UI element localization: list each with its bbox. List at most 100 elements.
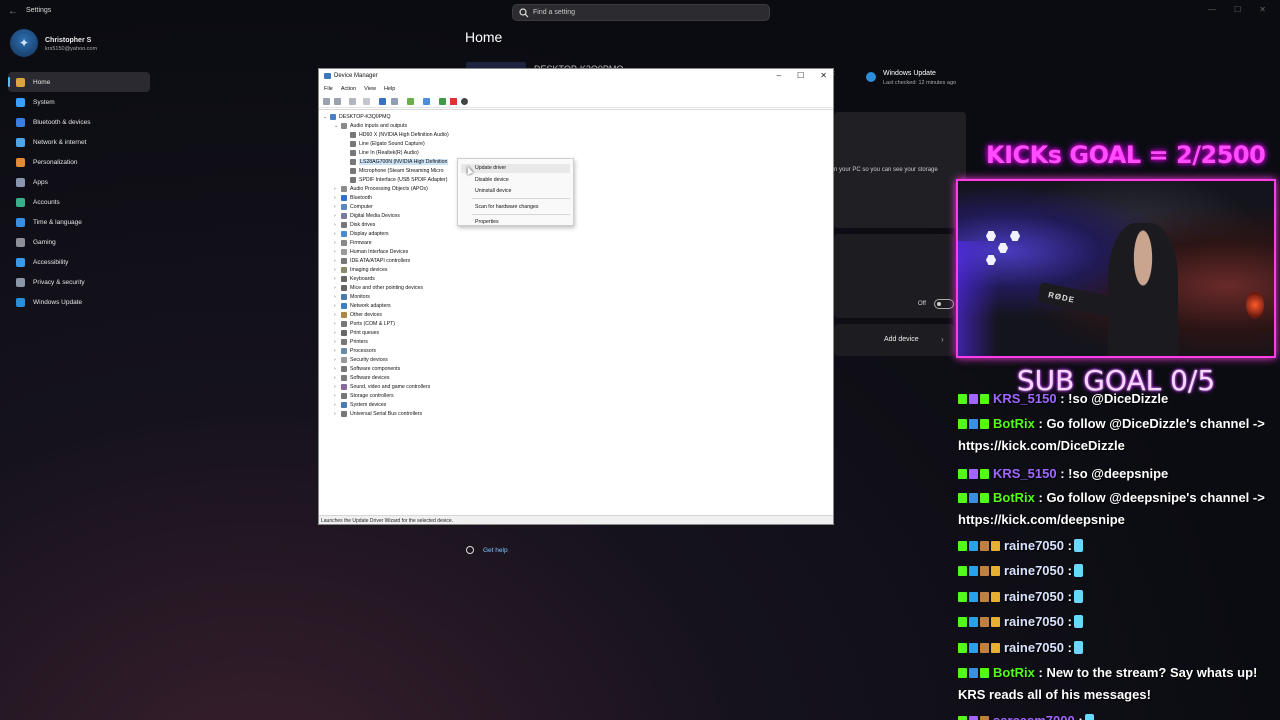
expand-chevron-icon[interactable]: ⌄ [334, 123, 341, 129]
sidebar-item-windows-update[interactable]: Windows Update [8, 292, 150, 312]
chat-username[interactable]: BotRix [993, 416, 1035, 431]
maximize-icon[interactable]: ☐ [1234, 5, 1241, 14]
expand-chevron-icon[interactable]: › [334, 348, 341, 354]
minimize-icon[interactable]: — [1208, 5, 1216, 14]
tree-category[interactable]: › Sound, video and game controllers [334, 382, 430, 391]
sidebar-item-home[interactable]: Home [8, 72, 150, 92]
tree-category[interactable]: › Keyboards [334, 274, 375, 283]
expand-chevron-icon[interactable]: › [334, 375, 341, 381]
chat-username[interactable]: raine7050 [1004, 563, 1064, 578]
expand-chevron-icon[interactable]: › [334, 366, 341, 372]
expand-chevron-icon[interactable]: › [334, 195, 341, 201]
context-menu-item-update-driver[interactable]: Update driver [461, 164, 570, 173]
expand-chevron-icon[interactable]: › [334, 285, 341, 291]
chat-username[interactable]: BotRix [993, 665, 1035, 680]
expand-chevron-icon[interactable]: › [334, 222, 341, 228]
help-book-icon[interactable] [379, 98, 386, 105]
back-icon[interactable] [323, 98, 330, 105]
tree-root[interactable]: ⌄ DESKTOP-K3Q0PMQ [323, 112, 391, 121]
close-icon[interactable]: ✕ [820, 71, 827, 80]
context-menu-item-properties[interactable]: Properties [475, 219, 499, 225]
tree-category[interactable]: › System devices [334, 400, 386, 409]
tree-category[interactable]: › Software components [334, 364, 400, 373]
sidebar-item-apps[interactable]: Apps [8, 172, 150, 192]
tree-device[interactable]: LS28AG700N (NVIDIA High Definition [343, 157, 449, 166]
sidebar-item-time-language[interactable]: Time & language [8, 212, 150, 232]
scan-hardware-icon[interactable] [423, 98, 430, 105]
expand-chevron-icon[interactable]: › [334, 393, 341, 399]
uninstall-icon[interactable] [450, 98, 457, 105]
expand-chevron-icon[interactable]: › [334, 240, 341, 246]
tree-category[interactable]: › Universal Serial Bus controllers [334, 409, 422, 418]
sidebar-item-accounts[interactable]: Accounts [8, 192, 150, 212]
context-menu-item-scan-for-hardware-changes[interactable]: Scan for hardware changes [475, 204, 538, 210]
tree-category[interactable]: › Computer [334, 202, 373, 211]
expand-chevron-icon[interactable]: › [334, 204, 341, 210]
toggle-switch[interactable] [934, 299, 954, 309]
minimize-icon[interactable]: – [777, 71, 781, 80]
menu-action[interactable]: Action [341, 86, 356, 92]
expand-chevron-icon[interactable]: › [334, 276, 341, 282]
expand-chevron-icon[interactable]: › [334, 321, 341, 327]
chat-username[interactable]: BotRix [993, 490, 1035, 505]
expand-chevron-icon[interactable]: › [334, 330, 341, 336]
tree-category[interactable]: › Monitors [334, 292, 370, 301]
chat-username[interactable]: raine7050 [1004, 640, 1064, 655]
tree-category[interactable]: › Bluetooth [334, 193, 372, 202]
expand-chevron-icon[interactable]: › [334, 249, 341, 255]
tree-category[interactable]: › Software devices [334, 373, 390, 382]
expand-chevron-icon[interactable]: › [334, 294, 341, 300]
sidebar-item-accessibility[interactable]: Accessibility [8, 252, 150, 272]
expand-chevron-icon[interactable]: › [334, 411, 341, 417]
expand-chevron-icon[interactable]: ⌄ [323, 114, 330, 120]
tree-category[interactable]: › Display adapters [334, 229, 389, 238]
close-icon[interactable]: ✕ [1259, 5, 1266, 14]
tree-category[interactable]: › Audio Processing Objects (APOs) [334, 184, 428, 193]
tree-device[interactable]: SPDIF Interface (USB SPDIF Adapter) [343, 175, 448, 184]
sidebar-item-gaming[interactable]: Gaming [8, 232, 150, 252]
expand-chevron-icon[interactable]: › [334, 303, 341, 309]
tree-category[interactable]: › Network adapters [334, 301, 391, 310]
view-resources-icon[interactable] [391, 98, 398, 105]
view-list-icon[interactable] [363, 98, 370, 105]
expand-chevron-icon[interactable]: › [334, 357, 341, 363]
expand-chevron-icon[interactable]: › [334, 258, 341, 264]
settings-search-box[interactable]: Find a setting [512, 4, 770, 21]
get-help-link[interactable]: Get help [483, 547, 508, 554]
tree-category[interactable]: › IDE ATA/ATAPI controllers [334, 256, 410, 265]
context-menu-item-uninstall-device[interactable]: Uninstall device [475, 188, 511, 194]
expand-chevron-icon[interactable]: › [334, 339, 341, 345]
tree-category[interactable]: › Ports (COM & LPT) [334, 319, 395, 328]
chat-username[interactable]: raine7050 [1004, 589, 1064, 604]
expand-chevron-icon[interactable]: › [334, 267, 341, 273]
expand-chevron-icon[interactable]: › [334, 231, 341, 237]
tree-category[interactable]: › Human Interface Devices [334, 247, 408, 256]
expand-chevron-icon[interactable]: › [334, 186, 341, 192]
chat-username[interactable]: sarcasm7000 [993, 713, 1075, 720]
tree-category[interactable]: › Other devices [334, 310, 382, 319]
sidebar-item-privacy-security[interactable]: Privacy & security [8, 272, 150, 292]
maximize-icon[interactable]: ☐ [797, 71, 804, 80]
properties-view-icon[interactable] [349, 98, 356, 105]
tree-device[interactable]: Line (Elgato Sound Capture) [343, 139, 425, 148]
expand-chevron-icon[interactable]: › [334, 312, 341, 318]
tree-category[interactable]: › Digital Media Devices [334, 211, 400, 220]
update-driver-icon[interactable] [407, 98, 414, 105]
sidebar-item-network-internet[interactable]: Network & internet [8, 132, 150, 152]
tree-category[interactable]: › Processors [334, 346, 376, 355]
tree-category[interactable]: › Printers [334, 337, 368, 346]
sidebar-item-system[interactable]: System [8, 92, 150, 112]
sidebar-item-personalization[interactable]: Personalization [8, 152, 150, 172]
search-input[interactable]: Find a setting [533, 9, 575, 16]
chat-username[interactable]: raine7050 [1004, 614, 1064, 629]
download-icon[interactable] [461, 98, 468, 105]
expand-chevron-icon[interactable]: › [334, 384, 341, 390]
chat-username[interactable]: KRS_5150 [993, 391, 1057, 406]
menu-help[interactable]: Help [384, 86, 395, 92]
tree-category[interactable]: › Mice and other pointing devices [334, 283, 423, 292]
tree-category[interactable]: › Storage controllers [334, 391, 394, 400]
menu-view[interactable]: View [364, 86, 376, 92]
sidebar-item-bluetooth-devices[interactable]: Bluetooth & devices [8, 112, 150, 132]
tree-category[interactable]: › Firmware [334, 238, 372, 247]
tree-category[interactable]: › Print queues [334, 328, 379, 337]
